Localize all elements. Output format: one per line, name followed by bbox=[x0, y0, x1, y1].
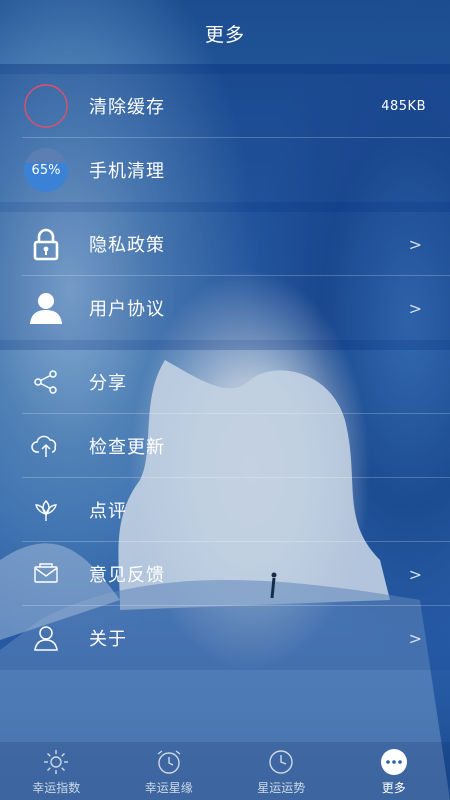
cloud-upload-icon bbox=[22, 422, 70, 470]
share-icon bbox=[22, 358, 70, 406]
cache-ring-icon bbox=[22, 82, 70, 130]
lotus-icon bbox=[22, 486, 70, 534]
rate-label: 点评 bbox=[89, 501, 127, 522]
privacy-row[interactable]: 隐私政策 > bbox=[0, 212, 450, 276]
share-row[interactable]: 分享 bbox=[0, 350, 450, 414]
chevron-right-icon: > bbox=[408, 628, 422, 648]
cache-size: 485KB bbox=[381, 98, 426, 114]
chevron-right-icon: > bbox=[408, 564, 422, 584]
phone-clean-row[interactable]: 65% 手机清理 bbox=[0, 138, 450, 202]
bottom-tab-bar: 幸运指数 幸运星缘 星运运势 更多 bbox=[0, 742, 450, 800]
chevron-right-icon: > bbox=[408, 234, 422, 254]
misc-group: 分享 检查更新 点评 意见反馈 > 关于 > bbox=[0, 350, 450, 670]
tab-more[interactable]: 更多 bbox=[338, 742, 450, 800]
tab-label: 星运运势 bbox=[257, 781, 306, 795]
clear-cache-label: 清除缓存 bbox=[89, 97, 165, 118]
rate-row[interactable]: 点评 bbox=[0, 478, 450, 542]
clean-percent: 65% bbox=[31, 162, 61, 178]
cache-group: 清除缓存 485KB 65% 手机清理 bbox=[0, 74, 450, 202]
phone-clean-label: 手机清理 bbox=[89, 161, 165, 182]
tab-label: 幸运星缘 bbox=[144, 781, 193, 795]
policy-group: 隐私政策 > 用户协议 > bbox=[0, 212, 450, 340]
section-separator bbox=[0, 64, 450, 74]
user-agreement-row[interactable]: 用户协议 > bbox=[0, 276, 450, 340]
clear-cache-row[interactable]: 清除缓存 485KB bbox=[0, 74, 450, 138]
section-separator bbox=[0, 202, 450, 212]
privacy-label: 隐私政策 bbox=[89, 235, 165, 256]
mail-icon bbox=[22, 550, 70, 598]
about-label: 关于 bbox=[89, 629, 127, 650]
check-update-label: 检查更新 bbox=[89, 437, 165, 458]
user-agreement-label: 用户协议 bbox=[89, 299, 165, 320]
chevron-right-icon: > bbox=[408, 298, 422, 318]
clean-progress-icon: 65% bbox=[22, 146, 70, 194]
feedback-row[interactable]: 意见反馈 > bbox=[0, 542, 450, 606]
tab-lucky-match[interactable]: 幸运星缘 bbox=[113, 742, 226, 800]
page-title: 更多 bbox=[204, 23, 245, 46]
section-separator bbox=[0, 340, 450, 350]
check-update-row[interactable]: 检查更新 bbox=[0, 414, 450, 478]
person-outline-icon bbox=[22, 614, 70, 662]
tab-lucky-index[interactable]: 幸运指数 bbox=[0, 742, 113, 800]
more-icon bbox=[379, 747, 409, 777]
sun-icon bbox=[41, 747, 71, 777]
user-icon bbox=[22, 284, 70, 332]
lock-icon bbox=[22, 220, 70, 268]
about-row[interactable]: 关于 > bbox=[0, 606, 450, 670]
share-label: 分享 bbox=[89, 373, 127, 394]
clock-icon bbox=[266, 747, 296, 777]
tab-label: 更多 bbox=[381, 781, 406, 795]
tab-star-fortune[interactable]: 星运运势 bbox=[225, 742, 338, 800]
alarm-clock-icon bbox=[154, 747, 184, 777]
feedback-label: 意见反馈 bbox=[89, 565, 165, 586]
tab-label: 幸运指数 bbox=[32, 781, 81, 795]
